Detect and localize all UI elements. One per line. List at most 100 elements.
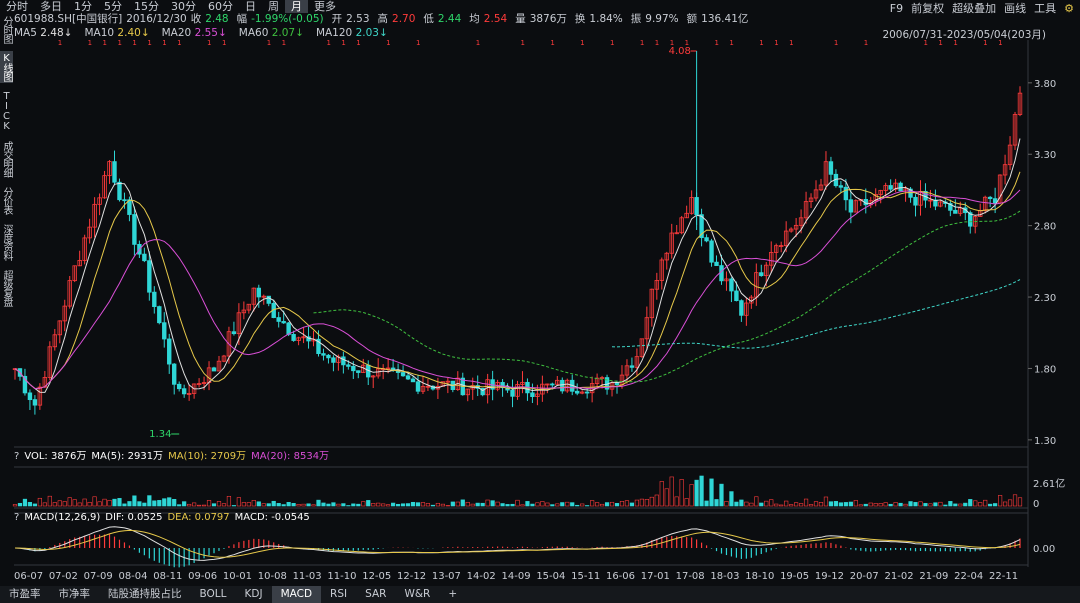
- sidebar-item-0[interactable]: 分时图: [0, 14, 13, 45]
- volume-bar: [938, 501, 943, 507]
- tab-10[interactable]: 更多: [308, 0, 342, 13]
- candle-body: [147, 260, 152, 293]
- tab-6[interactable]: 60分: [202, 0, 239, 13]
- avg-label: 均: [469, 13, 480, 25]
- volume-bar: [490, 500, 495, 507]
- price-axis: 3.80 3.30 2.80 2.30 1.80 1.30 2.61亿 0 0.00: [1028, 79, 1065, 555]
- volume-bar: [162, 498, 167, 507]
- volume-bar: [1017, 497, 1023, 507]
- volume-bar: [948, 501, 953, 507]
- tab-2[interactable]: 1分: [68, 0, 98, 13]
- top-tool-1[interactable]: 前复权: [911, 2, 944, 15]
- volume-bars: [12, 475, 1023, 507]
- volume-bar: [679, 479, 684, 507]
- tab-0[interactable]: 分时: [0, 0, 34, 13]
- bottom-tab-4[interactable]: KDJ: [235, 586, 271, 603]
- tab-8[interactable]: 周: [262, 0, 285, 13]
- volume-bar: [858, 504, 863, 507]
- volume-bar: [943, 504, 948, 507]
- volume-bar: [47, 495, 52, 507]
- bottom-tab-7[interactable]: SAR: [356, 586, 395, 603]
- amplitude-label: 振: [630, 13, 642, 25]
- bottom-tab-0[interactable]: 市盈率: [0, 586, 50, 603]
- tab-9[interactable]: 月: [285, 0, 308, 13]
- event-mark: 1: [58, 39, 62, 47]
- volume-bar: [580, 503, 585, 507]
- volume-bar: [550, 504, 555, 507]
- candle-body: [550, 383, 555, 386]
- candle-body: [614, 382, 620, 386]
- sidebar-item-1[interactable]: K线图: [0, 51, 13, 83]
- macd-help-icon[interactable]: ?: [14, 512, 19, 524]
- volume-bar: [629, 502, 635, 507]
- volume-bar: [266, 503, 271, 507]
- volume-bar: [187, 503, 192, 507]
- tab-5[interactable]: 30分: [165, 0, 202, 13]
- vol-ma10: MA(10): 2709万: [168, 451, 247, 462]
- volume-bar: [1012, 494, 1018, 507]
- bottom-tab-6[interactable]: RSI: [321, 586, 356, 603]
- volume-bar: [371, 503, 376, 507]
- tab-7[interactable]: 日: [239, 0, 262, 13]
- date-tick: 07-09: [83, 571, 113, 582]
- top-tool-3[interactable]: 画线: [1004, 2, 1026, 15]
- top-tool-0[interactable]: F9: [890, 2, 903, 15]
- amount-value: 136.41亿: [701, 13, 749, 25]
- volume-bar: [903, 503, 908, 507]
- volume-bar: [599, 503, 605, 507]
- date-tick: 10-08: [257, 571, 287, 582]
- ma-value: 2.40: [117, 27, 141, 39]
- volume-bar: [933, 502, 938, 507]
- bottom-tab-9[interactable]: +: [439, 586, 466, 603]
- volume-bar: [808, 504, 814, 507]
- y-label: 1.30: [1034, 436, 1056, 447]
- volume-bar: [878, 503, 883, 507]
- volume-bar: [455, 501, 460, 507]
- sidebar-item-4[interactable]: 分价表: [0, 185, 13, 216]
- event-mark: 1: [789, 39, 793, 47]
- volume-bar: [928, 503, 933, 507]
- sidebar-item-6[interactable]: 超级复盘: [0, 268, 13, 308]
- volume-bar: [863, 503, 868, 507]
- candle-body: [346, 364, 351, 367]
- tab-3[interactable]: 5分: [98, 0, 128, 13]
- ma-line-5: [14, 138, 1021, 393]
- volume-bar: [435, 502, 440, 507]
- candle-body: [405, 375, 411, 380]
- bottom-tab-2[interactable]: 陆股通持股占比: [99, 586, 191, 603]
- event-mark: 1: [282, 39, 286, 47]
- ma-line-120: [611, 279, 1021, 349]
- ma-item-ma10: MA10 2.40↓: [84, 27, 155, 40]
- dif-line: [14, 526, 1021, 561]
- volume-bar: [157, 500, 162, 507]
- tab-4[interactable]: 15分: [128, 0, 165, 13]
- date-tick: 18-03: [710, 571, 740, 582]
- volume-bar: [231, 505, 237, 507]
- volume-bar: [127, 501, 132, 507]
- volume-bar: [868, 502, 873, 507]
- bottom-tab-1[interactable]: 市净率: [50, 586, 100, 603]
- tab-1[interactable]: 多日: [34, 0, 68, 13]
- bottom-tab-8[interactable]: W&R: [395, 586, 439, 603]
- macd-value: MACD: -0.0545: [234, 512, 310, 523]
- volume-help-icon[interactable]: ?: [14, 451, 19, 463]
- bottom-tab-3[interactable]: BOLL: [191, 586, 236, 603]
- volume-bar: [460, 499, 465, 507]
- candle-body: [356, 370, 361, 373]
- volume-bar: [779, 504, 784, 507]
- event-mark: 1: [207, 39, 211, 47]
- bottom-tab-5[interactable]: MACD: [271, 586, 322, 603]
- settings-icon[interactable]: ⚙: [1064, 2, 1074, 15]
- volume-bar: [714, 499, 719, 507]
- sidebar-item-2[interactable]: TICK: [0, 89, 13, 133]
- ma-arrow-icon: ↓: [140, 27, 150, 39]
- event-mark: 1: [416, 39, 420, 47]
- event-mark: 1: [88, 39, 92, 47]
- sidebar-item-3[interactable]: 成交明细: [0, 139, 13, 179]
- candle-body: [341, 356, 346, 366]
- top-tool-2[interactable]: 超级叠加: [952, 2, 996, 15]
- sidebar-item-5[interactable]: 深度资料: [0, 222, 13, 262]
- top-tool-4[interactable]: 工具: [1034, 2, 1056, 15]
- event-mark: 1: [715, 39, 719, 47]
- volume-bar: [659, 481, 664, 507]
